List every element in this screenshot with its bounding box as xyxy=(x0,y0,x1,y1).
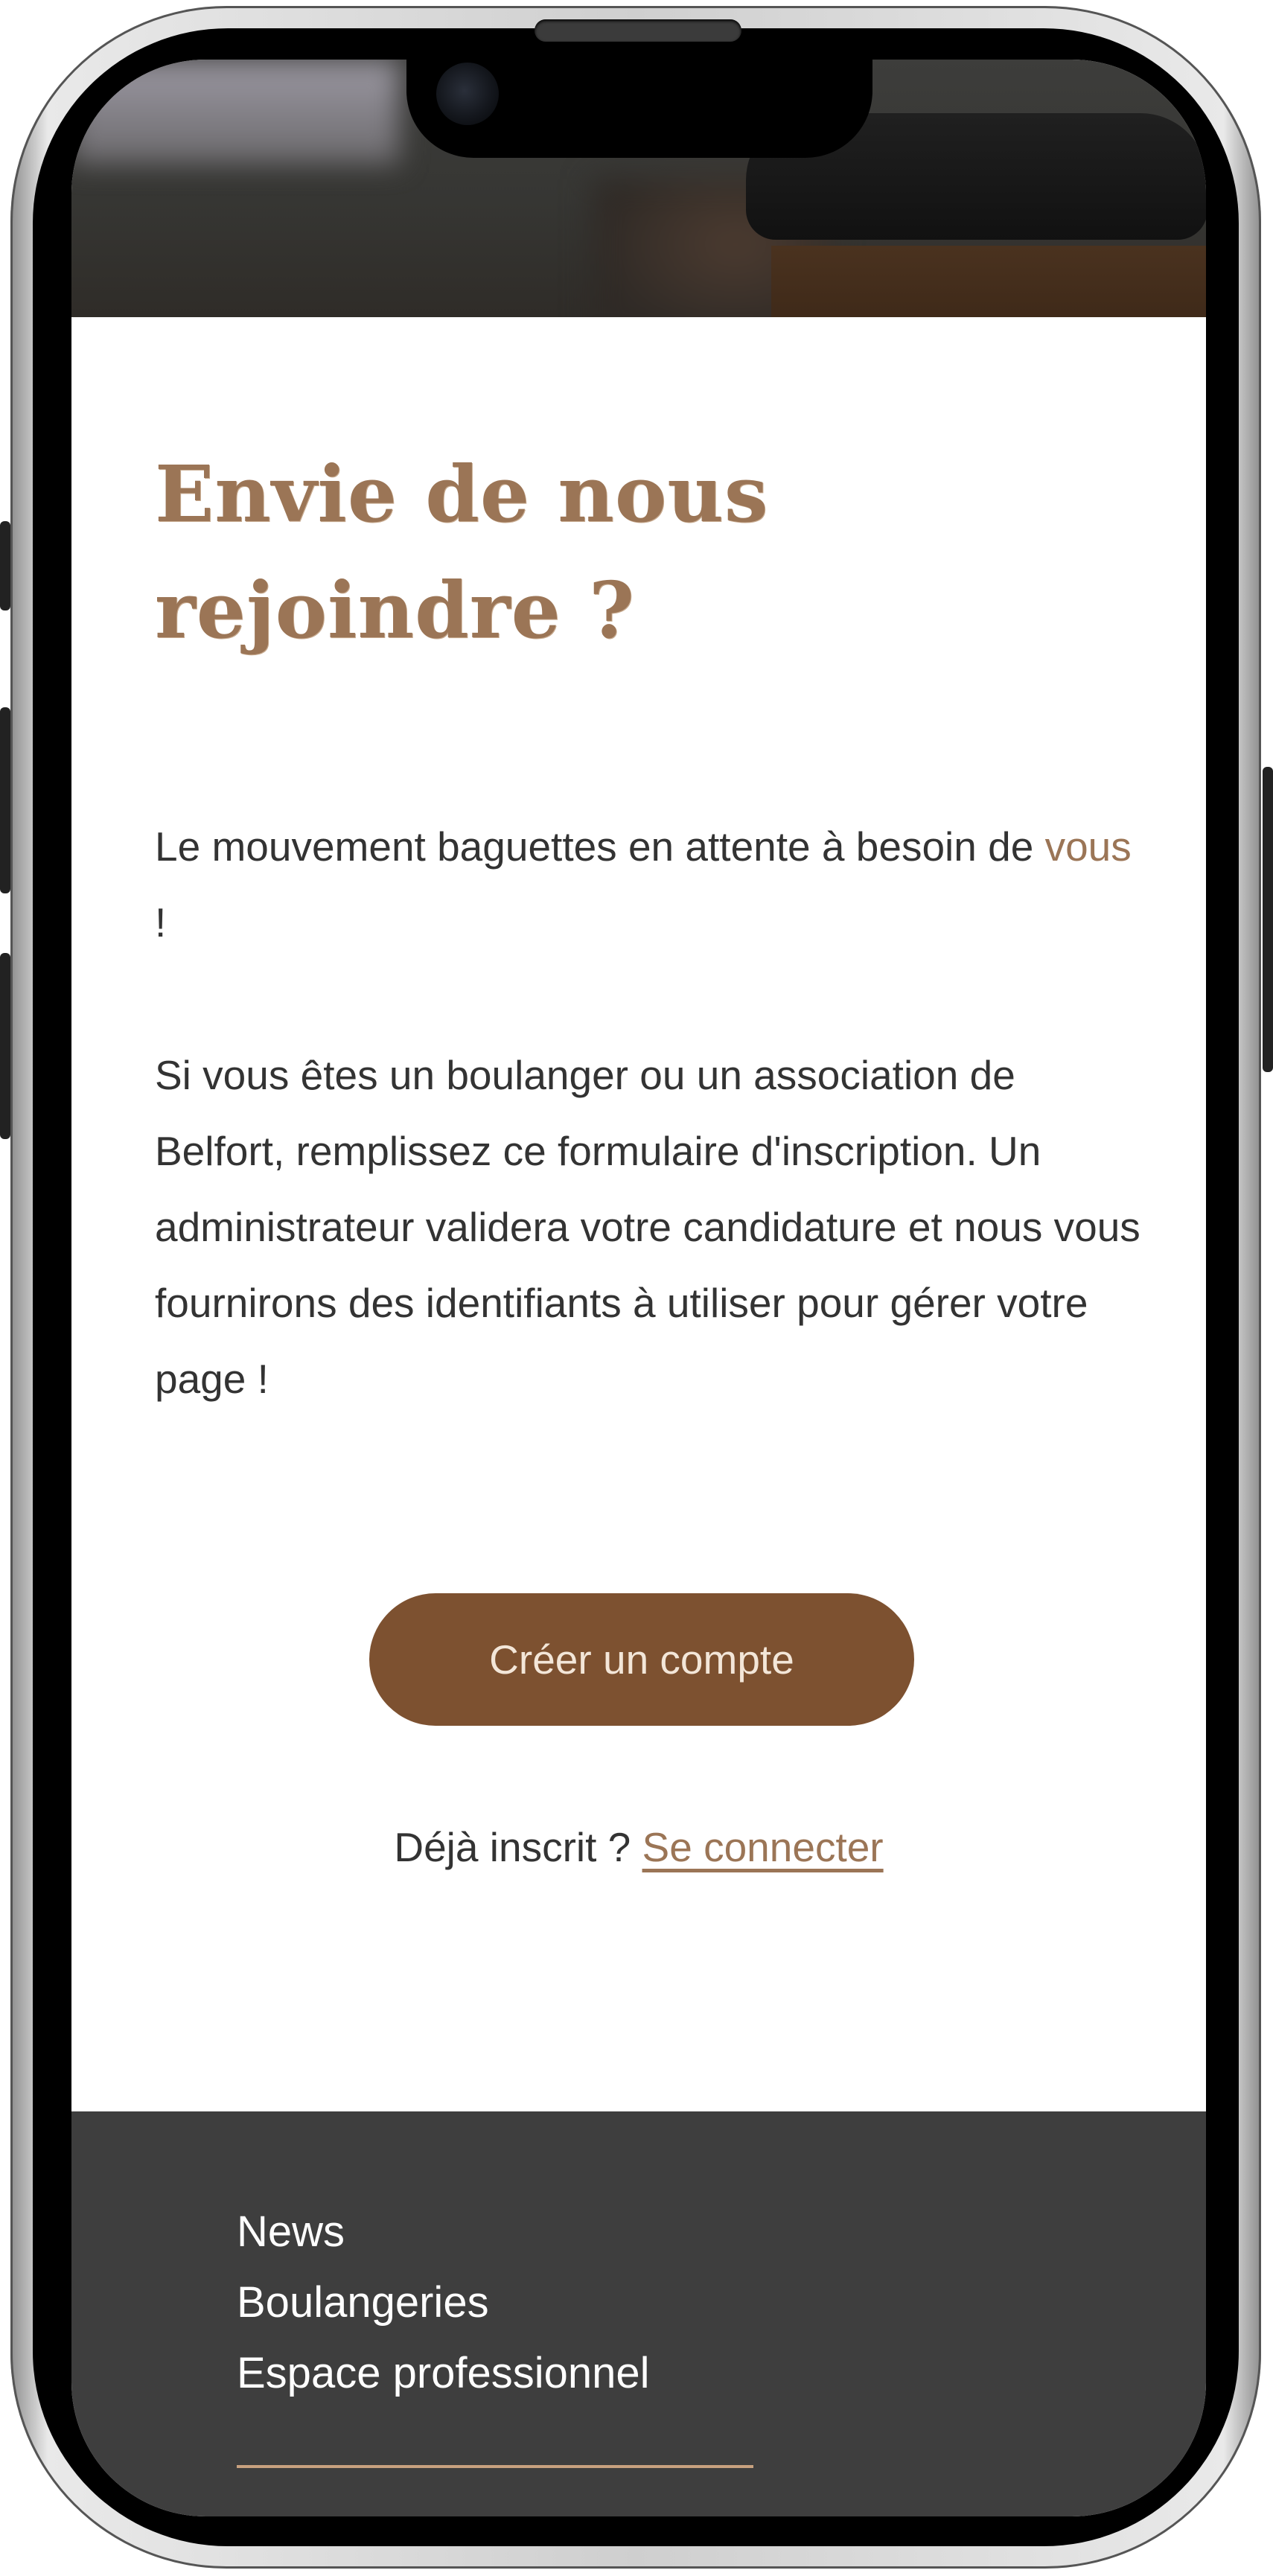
footer-divider xyxy=(237,2465,753,2468)
footer-link-espace-professionnel[interactable]: Espace professionnel xyxy=(237,2338,650,2408)
volume-down-button-hardware xyxy=(0,707,10,893)
intro-text-end: ! xyxy=(155,899,167,946)
volume-up-button-hardware xyxy=(0,521,10,610)
footer: News Boulangeries Espace professionnel xyxy=(71,2111,1206,2516)
intro-accent-word: vous xyxy=(1044,823,1132,870)
power-button-hardware xyxy=(1263,767,1273,1072)
footer-nav: News Boulangeries Espace professionnel xyxy=(237,2196,650,2408)
volume-down2-button-hardware xyxy=(0,953,10,1139)
footer-link-boulangeries[interactable]: Boulangeries xyxy=(237,2267,650,2338)
speaker-grille xyxy=(535,19,741,42)
front-camera xyxy=(436,63,499,125)
page-title-line-1: Envie de nous xyxy=(155,448,769,540)
intro-text-start: Le mouvement baguettes en attente à beso… xyxy=(155,823,1045,870)
signup-section: Envie de nous rejoindre ? Le mouvement b… xyxy=(71,317,1206,2111)
page-title-line-2: rejoindre ? xyxy=(155,564,635,656)
login-prompt-text: Déjà inscrit ? xyxy=(394,1824,642,1870)
screen: Envie de nous rejoindre ? Le mouvement b… xyxy=(71,60,1206,2516)
description-text: Si vous êtes un boulanger ou un associat… xyxy=(155,1052,1140,1402)
login-prompt: Déjà inscrit ? Se connecter xyxy=(71,1821,1206,1873)
intro-text: Le mouvement baguettes en attente à beso… xyxy=(155,809,1145,960)
page-title: Envie de nous rejoindre ? xyxy=(155,436,825,669)
login-link[interactable]: Se connecter xyxy=(642,1824,884,1870)
create-account-button[interactable]: Créer un compte xyxy=(369,1593,914,1726)
footer-link-news[interactable]: News xyxy=(237,2196,650,2267)
hero-blur xyxy=(71,60,399,164)
